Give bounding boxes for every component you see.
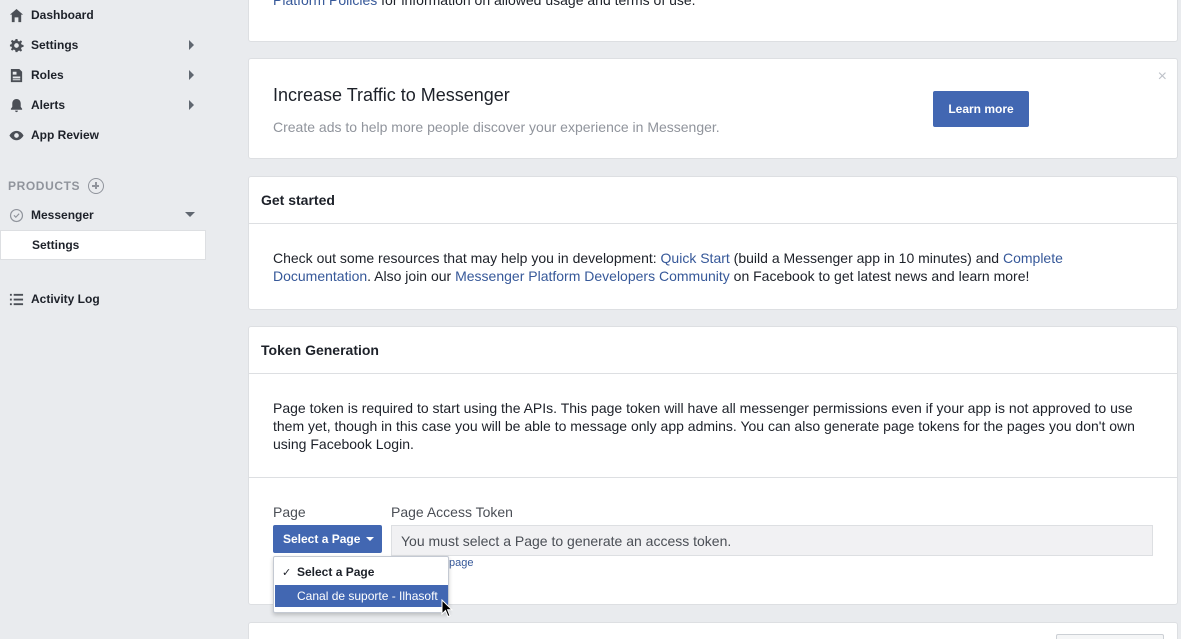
chevron-right-icon — [189, 100, 194, 110]
roles-icon — [8, 67, 24, 83]
dropdown-option-canal-suporte[interactable]: Canal de suporte - Ilhasoft — [275, 585, 448, 607]
page-access-token-field[interactable]: You must select a Page to generate an ac… — [391, 525, 1153, 556]
promo-card: Increase Traffic to Messenger Create ads… — [248, 58, 1178, 159]
products-section-label: PRODUCTS — [8, 178, 105, 194]
sidebar-item-label: Dashboard — [31, 8, 94, 22]
divider — [249, 477, 1177, 478]
promo-subtitle: Create ads to help more people discover … — [273, 119, 720, 135]
sidebar-item-label: Messenger — [31, 208, 94, 222]
sidebar: Dashboard Settings Roles Alerts App Revi… — [0, 0, 210, 639]
get-started-text: Check out some resources that may help y… — [273, 250, 1063, 284]
list-icon — [8, 291, 24, 307]
sidebar-item-settings[interactable]: Settings — [0, 30, 206, 60]
page-link[interactable]: page — [449, 557, 473, 569]
caret-down-icon — [366, 537, 375, 541]
page-label: Page — [273, 504, 306, 520]
quick-start-link[interactable]: Quick Start — [661, 250, 730, 266]
page-access-token-label: Page Access Token — [391, 504, 513, 520]
select-page-button[interactable]: Select a Page — [273, 525, 382, 553]
sidebar-item-messenger[interactable]: Messenger — [0, 200, 206, 230]
bell-icon — [8, 97, 24, 113]
sidebar-item-label: Settings — [31, 38, 79, 52]
sidebar-item-label: Alerts — [31, 98, 66, 112]
eye-icon — [8, 127, 24, 143]
sidebar-item-alerts[interactable]: Alerts — [0, 90, 206, 120]
promo-title: Increase Traffic to Messenger — [273, 85, 510, 105]
get-started-card: Get started Check out some resources tha… — [248, 176, 1178, 310]
chevron-right-icon — [189, 70, 194, 80]
chevron-down-icon — [185, 212, 195, 217]
dropdown-option-select-page[interactable]: ✓ Select a Page — [275, 561, 448, 583]
learn-more-button[interactable]: Learn more — [933, 91, 1029, 127]
sidebar-item-activity-log[interactable]: Activity Log — [0, 284, 206, 314]
gear-icon — [8, 37, 24, 53]
sidebar-item-label: Activity Log — [31, 292, 100, 306]
sidebar-item-label: Roles — [31, 68, 64, 82]
token-description: Page token is required to start using th… — [273, 400, 1135, 452]
developers-community-link[interactable]: Messenger Platform Developers Community — [455, 268, 730, 284]
sidebar-item-label: App Review — [31, 128, 100, 142]
platform-policies-link[interactable]: Platform Policies — [273, 0, 377, 8]
card-button[interactable] — [1056, 634, 1164, 639]
home-icon — [8, 7, 24, 23]
sidebar-item-dashboard[interactable]: Dashboard — [0, 0, 206, 30]
page-dropdown-menu: ✓ Select a Page Canal de suporte - Ilhas… — [273, 556, 449, 613]
token-generation-heading: Token Generation — [249, 327, 1177, 374]
add-product-icon[interactable] — [88, 178, 105, 194]
chevron-right-icon — [189, 40, 194, 50]
mouse-cursor-icon — [441, 598, 454, 623]
policies-card: Platform Policies for information on all… — [248, 0, 1178, 42]
sidebar-subitem-settings[interactable]: Settings — [0, 230, 206, 260]
sidebar-item-app-review[interactable]: App Review — [0, 120, 206, 150]
sidebar-item-roles[interactable]: Roles — [0, 60, 206, 90]
close-icon[interactable]: × — [1158, 68, 1167, 86]
check-circle-icon — [8, 207, 24, 223]
get-started-heading: Get started — [249, 177, 1177, 224]
next-card — [248, 622, 1178, 639]
check-icon: ✓ — [282, 566, 292, 579]
